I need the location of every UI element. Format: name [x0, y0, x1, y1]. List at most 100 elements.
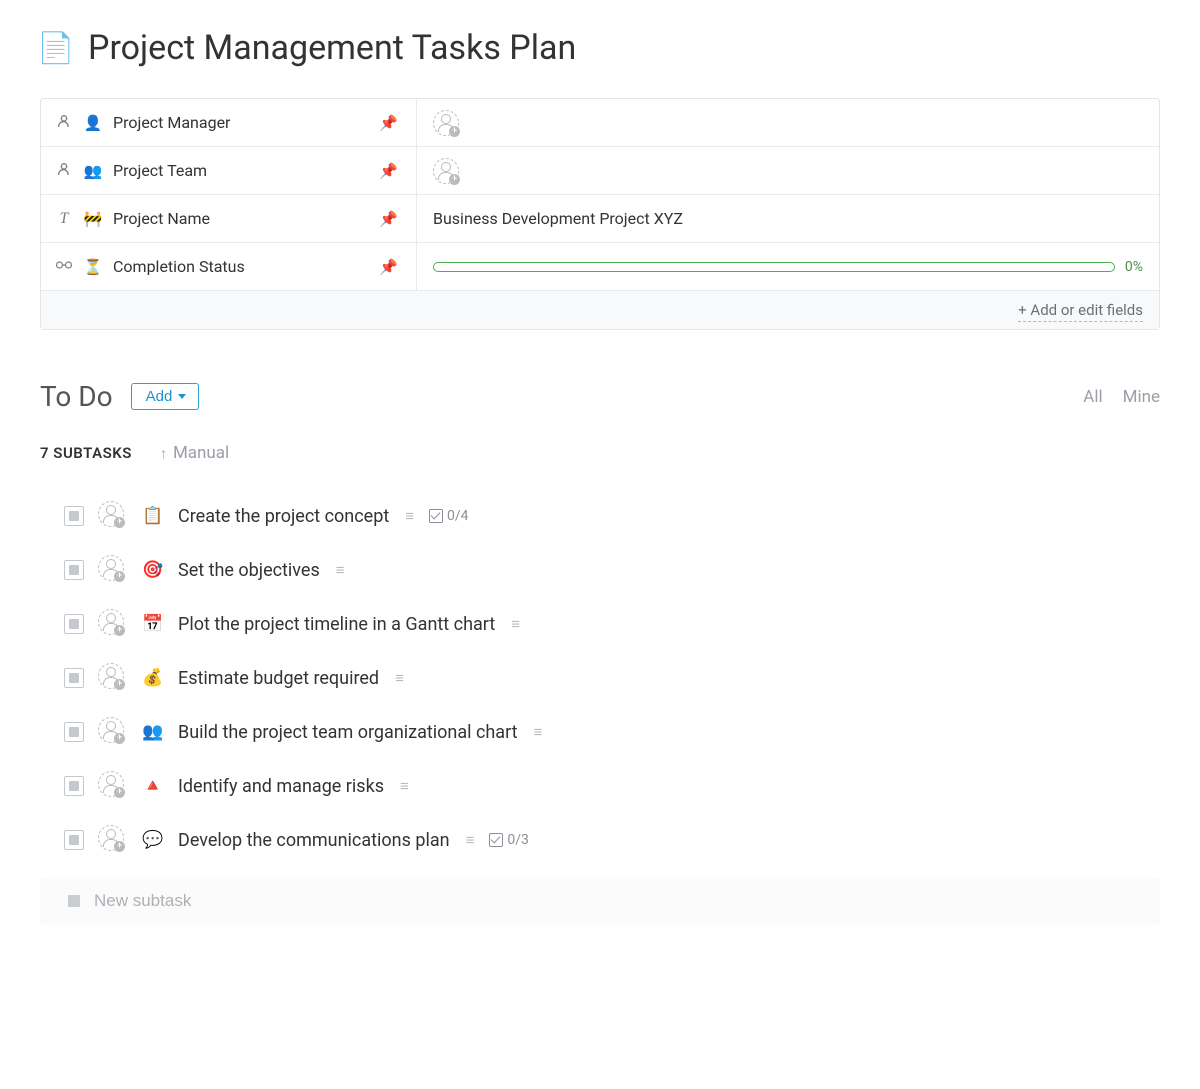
view-tabs: All Mine — [1083, 387, 1160, 407]
description-icon: ≡ — [405, 507, 411, 525]
field-value-completion: 0% — [417, 243, 1159, 290]
task-title[interactable]: Build the project team organizational ch… — [178, 722, 518, 743]
description-icon: ≡ — [466, 831, 472, 849]
task-emoji-icon: 💰 — [142, 668, 164, 688]
subtask-checkbox[interactable] — [64, 776, 84, 796]
subtask-checkbox[interactable] — [64, 614, 84, 634]
pin-icon[interactable]: 📌 — [379, 162, 398, 180]
sort-label: Manual — [173, 443, 229, 463]
subtask-checkbox[interactable] — [64, 560, 84, 580]
tab-mine[interactable]: Mine — [1123, 387, 1160, 407]
task-title[interactable]: Identify and manage risks — [178, 776, 384, 797]
field-label[interactable]: 👤 Project Manager 📌 — [41, 99, 417, 146]
description-icon: ≡ — [395, 669, 401, 687]
description-icon: ≡ — [400, 777, 406, 795]
subtask-checkbox[interactable] — [64, 830, 84, 850]
subtask-row[interactable]: + 📅 Plot the project timeline in a Gantt c… — [64, 597, 1160, 651]
checklist-count-text: 0/4 — [447, 508, 469, 524]
assign-person-placeholder-icon[interactable]: + — [98, 555, 128, 585]
assign-person-placeholder-icon[interactable]: + — [433, 158, 459, 184]
description-icon: ≡ — [511, 615, 517, 633]
subtask-row[interactable]: + 💰 Estimate budget required ≡ — [64, 651, 1160, 705]
task-emoji-icon: 💬 — [142, 830, 164, 850]
pin-icon[interactable]: 📌 — [379, 114, 398, 132]
subtask-list: + 📋 Create the project concept ≡ 0/4 + 🎯 Set th… — [40, 489, 1160, 867]
tab-all[interactable]: All — [1083, 387, 1102, 407]
assign-person-placeholder-icon[interactable]: + — [433, 110, 459, 136]
subtask-checkbox[interactable] — [64, 722, 84, 742]
subtask-checkbox[interactable] — [64, 506, 84, 526]
person-type-icon — [55, 161, 73, 181]
description-icon: ≡ — [336, 561, 342, 579]
progress-percent: 0% — [1125, 259, 1143, 275]
document-icon: 📄 — [40, 28, 72, 68]
subtask-row[interactable]: + 💬 Develop the communications plan ≡ 0/3 — [64, 813, 1160, 867]
task-emoji-icon: 👥 — [142, 722, 164, 742]
person-emoji-icon: 👤 — [83, 114, 103, 132]
task-emoji-icon: 📅 — [142, 614, 164, 634]
todo-heading: To Do — [40, 380, 113, 413]
assign-person-placeholder-icon[interactable]: + — [98, 825, 128, 855]
subtasks-meta: 7 SUBTASKS ↑ Manual — [40, 443, 1160, 463]
construction-emoji-icon: 🚧 — [83, 210, 103, 228]
field-label[interactable]: ⏳ Completion Status 📌 — [41, 243, 417, 290]
checklist-icon — [429, 509, 443, 523]
progress-bar — [433, 262, 1115, 272]
task-title[interactable]: Set the objectives — [178, 560, 320, 581]
assign-person-placeholder-icon[interactable]: + — [98, 663, 128, 693]
field-name-text: Completion Status — [113, 257, 369, 276]
caret-down-icon — [178, 394, 186, 399]
sort-button[interactable]: ↑ Manual — [160, 443, 229, 463]
assign-person-placeholder-icon[interactable]: + — [98, 771, 128, 801]
field-value-name[interactable]: Business Development Project XYZ — [417, 195, 1159, 242]
new-subtask-row[interactable] — [40, 877, 1160, 925]
assign-person-placeholder-icon[interactable]: + — [98, 501, 128, 531]
todo-header: To Do Add All Mine — [40, 380, 1160, 413]
ghost-checkbox-icon — [68, 895, 80, 907]
page-title: Project Management Tasks Plan — [88, 28, 576, 68]
field-name-text: Project Name — [113, 209, 369, 228]
task-title[interactable]: Estimate budget required — [178, 668, 379, 689]
arrow-up-icon: ↑ — [160, 445, 167, 462]
person-type-icon — [55, 113, 73, 133]
field-name-text: Project Team — [113, 161, 369, 180]
task-title[interactable]: Develop the communications plan — [178, 830, 450, 851]
pin-icon[interactable]: 📌 — [379, 210, 398, 228]
subtask-row[interactable]: + 🎯 Set the objectives ≡ — [64, 543, 1160, 597]
checklist-count-text: 0/3 — [507, 832, 529, 848]
text-type-icon: T — [55, 210, 73, 228]
subtask-checkbox[interactable] — [64, 668, 84, 688]
checklist-count: 0/3 — [489, 832, 529, 848]
field-label[interactable]: T 🚧 Project Name 📌 — [41, 195, 417, 242]
subtask-row[interactable]: +🔺Identify and manage risks≡ — [64, 759, 1160, 813]
pin-icon[interactable]: 📌 — [379, 258, 398, 276]
field-name-text: Project Manager — [113, 113, 369, 132]
assign-person-placeholder-icon[interactable]: + — [98, 609, 128, 639]
task-emoji-icon: 🎯 — [142, 560, 164, 580]
subtasks-count: 7 SUBTASKS — [40, 444, 132, 462]
subtask-row[interactable]: + 👥 Build the project team organizational … — [64, 705, 1160, 759]
formula-type-icon — [55, 257, 73, 276]
people-emoji-icon: 👥 — [83, 162, 103, 180]
page-header: 📄 Project Management Tasks Plan — [40, 28, 1160, 68]
fields-footer: + Add or edit fields — [41, 291, 1159, 329]
checklist-count: 0/4 — [429, 508, 469, 524]
field-row-team: 👥 Project Team 📌 + — [41, 147, 1159, 195]
subtask-row[interactable]: + 📋 Create the project concept ≡ 0/4 — [64, 489, 1160, 543]
add-button-label: Add — [146, 388, 173, 405]
field-value-manager[interactable]: + — [417, 99, 1159, 146]
field-label[interactable]: 👥 Project Team 📌 — [41, 147, 417, 194]
assign-person-placeholder-icon[interactable]: + — [98, 717, 128, 747]
field-row-name: T 🚧 Project Name 📌 Business Development … — [41, 195, 1159, 243]
field-row-manager: 👤 Project Manager 📌 + — [41, 99, 1159, 147]
add-button[interactable]: Add — [131, 383, 200, 410]
task-emoji-icon: 📋 — [142, 506, 164, 526]
description-icon: ≡ — [534, 723, 540, 741]
task-title[interactable]: Plot the project timeline in a Gantt cha… — [178, 614, 495, 635]
new-subtask-input[interactable] — [94, 891, 1140, 911]
field-value-team[interactable]: + — [417, 147, 1159, 194]
checklist-icon — [489, 833, 503, 847]
hourglass-emoji-icon: ⏳ — [83, 258, 103, 276]
add-edit-fields-link[interactable]: + Add or edit fields — [1018, 301, 1143, 322]
task-title[interactable]: Create the project concept — [178, 506, 389, 527]
